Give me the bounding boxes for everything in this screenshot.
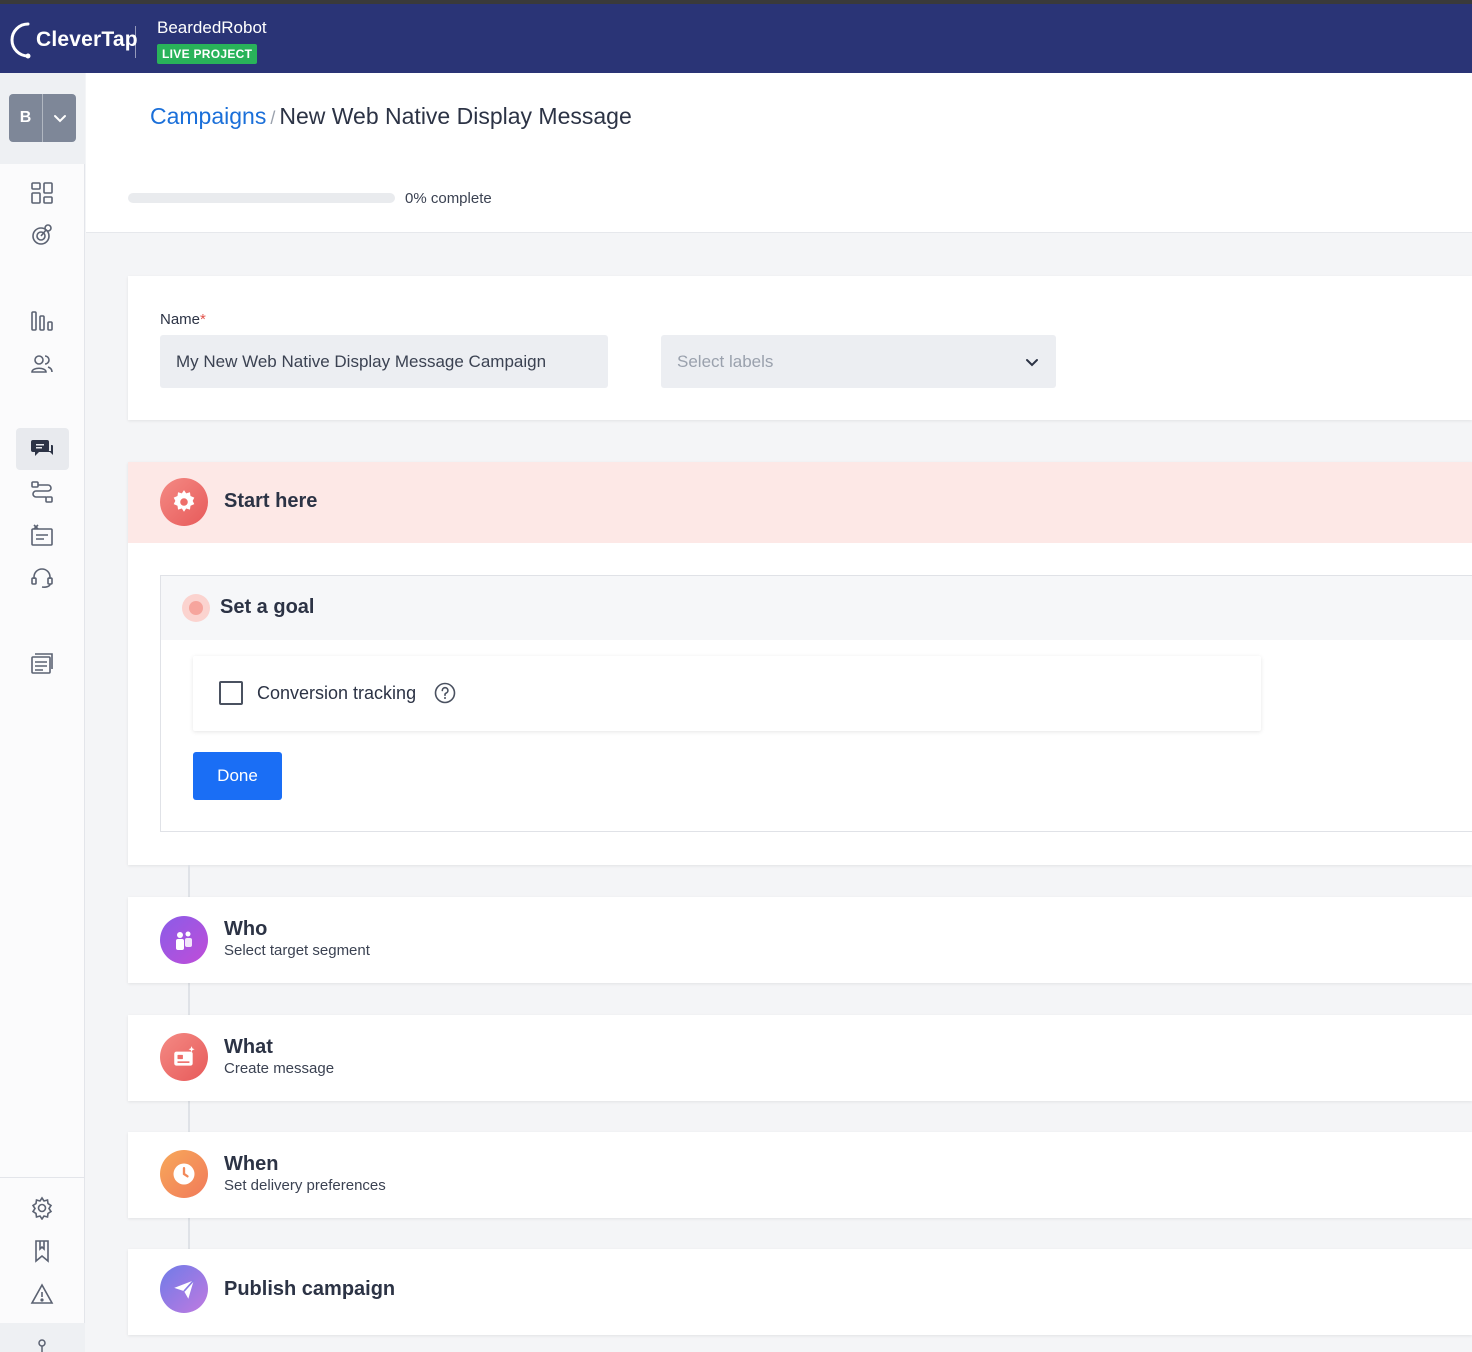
support-headset-icon[interactable]	[21, 559, 63, 595]
logo-divider	[135, 26, 136, 58]
step-connector	[188, 1217, 190, 1249]
warning-icon[interactable]	[21, 1276, 63, 1312]
project-name[interactable]: BeardedRobot	[157, 18, 267, 38]
pin-icon	[38, 1339, 46, 1352]
breadcrumb: Campaigns / New Web Native Display Message	[150, 103, 632, 130]
what-step-card[interactable]: What Create message	[128, 1015, 1472, 1101]
when-title: When	[224, 1153, 279, 1175]
logo-text: CleverTap	[36, 28, 138, 51]
help-question-icon[interactable]	[434, 682, 456, 704]
required-asterisk: *	[200, 311, 206, 328]
name-card: Name* Select labels	[128, 276, 1472, 420]
campaign-name-input[interactable]	[160, 335, 608, 388]
messages-icon[interactable]	[16, 428, 69, 470]
settings-gear-icon[interactable]	[21, 1190, 63, 1226]
what-subtitle: Create message	[224, 1060, 335, 1077]
who-title: Who	[224, 918, 268, 940]
top-bar: CleverTap BeardedRobot LIVE PROJECT	[0, 0, 1472, 73]
start-here-title: Start here	[224, 490, 318, 512]
sidebar-divider	[0, 1177, 85, 1178]
analytics-target-icon[interactable]	[21, 217, 63, 253]
clevertap-logo-mark-icon	[10, 22, 31, 59]
send-plane-icon	[160, 1265, 208, 1313]
set-goal-panel: Set a goal Conversion tracking Done	[160, 575, 1472, 832]
clevertap-logo[interactable]: CleverTap	[10, 18, 138, 62]
segment-users-icon	[160, 916, 208, 964]
account-switcher[interactable]: B	[9, 94, 76, 142]
sidebar: B	[0, 73, 85, 1352]
name-label-text: Name	[160, 311, 201, 328]
labels-placeholder: Select labels	[677, 351, 774, 371]
set-goal-header[interactable]: Set a goal	[161, 576, 1472, 640]
journeys-icon[interactable]	[21, 474, 63, 510]
dashboard-icon[interactable]	[21, 175, 63, 211]
live-project-badge: LIVE PROJECT	[157, 44, 258, 64]
who-subtitle: Select target segment	[224, 942, 370, 959]
sidebar-footer[interactable]	[0, 1323, 85, 1352]
bar-chart-icon[interactable]	[21, 303, 63, 339]
when-step-card[interactable]: When Set delivery preferences	[128, 1132, 1472, 1218]
gear-icon	[160, 478, 208, 526]
campaign-list-icon[interactable]	[21, 517, 63, 553]
account-letter: B	[9, 94, 43, 142]
page-header: Campaigns / New Web Native Display Message…	[86, 73, 1472, 233]
conversion-tracking-row: Conversion tracking	[193, 656, 1261, 731]
who-step-card[interactable]: Who Select target segment	[128, 897, 1472, 983]
publish-campaign-card[interactable]: Publish campaign	[128, 1249, 1472, 1335]
page-title: New Web Native Display Message	[279, 103, 632, 129]
done-button[interactable]: Done	[193, 752, 282, 800]
users-icon[interactable]	[21, 346, 63, 382]
what-title: What	[224, 1036, 273, 1058]
step-connector	[188, 983, 190, 1015]
publish-campaign-title: Publish campaign	[224, 1278, 396, 1300]
start-here-header[interactable]: Start here	[128, 462, 1472, 543]
when-subtitle: Set delivery preferences	[224, 1177, 386, 1194]
progress-label: 0% complete	[405, 190, 492, 207]
catalog-icon[interactable]	[21, 645, 63, 681]
chevron-down-icon	[1026, 358, 1038, 366]
conversion-tracking-label[interactable]: Conversion tracking	[257, 683, 416, 704]
breadcrumb-separator: /	[270, 108, 276, 128]
account-switcher-area: B	[0, 73, 85, 164]
step-connector	[188, 1100, 190, 1132]
name-label: Name*	[160, 311, 206, 328]
clock-icon	[160, 1150, 208, 1198]
status-dot-icon	[182, 594, 210, 622]
labels-select[interactable]: Select labels	[661, 335, 1056, 388]
progress-bar	[128, 193, 395, 203]
step-connector	[188, 865, 190, 897]
breadcrumb-campaigns-link[interactable]: Campaigns	[150, 103, 266, 129]
start-here-card: Start here Set a goal Conversion trackin…	[128, 462, 1472, 865]
set-goal-title: Set a goal	[220, 596, 315, 618]
create-message-icon	[160, 1033, 208, 1081]
conversion-tracking-checkbox[interactable]	[219, 681, 243, 705]
bookmark-icon[interactable]	[21, 1233, 63, 1269]
chevron-down-icon	[43, 111, 76, 125]
